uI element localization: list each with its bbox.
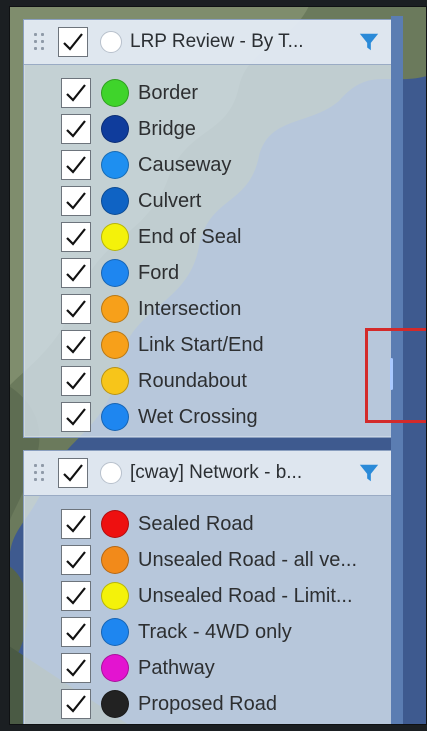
layer-group-header: LRP Review - By T...	[24, 20, 392, 65]
layer-item-label: Link Start/End	[138, 333, 264, 356]
checkmark-icon	[66, 120, 86, 138]
layer-item-label: Pathway	[138, 656, 215, 679]
symbol-swatch-icon	[101, 295, 129, 323]
symbol-swatch-icon	[101, 546, 129, 574]
layer-item-checkbox[interactable]	[61, 653, 91, 683]
checkmark-icon	[63, 33, 83, 51]
symbol-swatch-icon	[101, 403, 129, 431]
filter-icon[interactable]	[358, 31, 380, 53]
symbol-swatch-icon	[101, 618, 129, 646]
layer-item-checkbox[interactable]	[61, 186, 91, 216]
layer-item-checkbox[interactable]	[61, 366, 91, 396]
layer-group-header: [cway] Network - b...	[24, 451, 392, 496]
layer-item-label: Track - 4WD only	[138, 620, 292, 643]
layer-item-label: Wet Crossing	[138, 405, 258, 428]
layer-item[interactable]: Sealed Road	[24, 506, 392, 542]
symbol-swatch-icon	[101, 510, 129, 538]
checkmark-icon	[66, 587, 86, 605]
layer-item[interactable]: Roundabout	[24, 363, 392, 399]
layer-item-checkbox[interactable]	[61, 689, 91, 719]
layer-item-checkbox[interactable]	[61, 294, 91, 324]
layer-item-label: Causeway	[138, 153, 232, 176]
layer-item-label: Unsealed Road - Limit...	[138, 584, 353, 607]
annotation-highlight-box	[365, 328, 427, 423]
symbol-swatch-icon	[101, 79, 129, 107]
layer-item-label: Proposed Road	[138, 692, 277, 715]
group-radio-toggle[interactable]	[100, 462, 122, 484]
layer-group-panel: [cway] Network - b... Sealed Road Unseal…	[23, 450, 393, 725]
layer-item[interactable]: Bridge	[24, 111, 392, 147]
layer-item-label: Sealed Road	[138, 512, 254, 535]
symbol-swatch-icon	[101, 654, 129, 682]
layer-item-checkbox[interactable]	[61, 330, 91, 360]
checkmark-icon	[66, 192, 86, 210]
layer-item-label: Roundabout	[138, 369, 247, 392]
layer-item[interactable]: Causeway	[24, 147, 392, 183]
layer-item[interactable]: Link Start/End	[24, 327, 392, 363]
layer-item[interactable]: Wet Crossing	[24, 399, 392, 435]
layer-item-checkbox[interactable]	[61, 402, 91, 432]
layer-item[interactable]: Pathway	[24, 650, 392, 686]
layer-item-checkbox[interactable]	[61, 78, 91, 108]
layer-item[interactable]: Ford	[24, 255, 392, 291]
layer-item-label: Intersection	[138, 297, 242, 320]
checkmark-icon	[66, 336, 86, 354]
symbol-swatch-icon	[101, 690, 129, 718]
checkmark-icon	[63, 464, 83, 482]
layer-group-title: LRP Review - By T...	[130, 31, 304, 52]
symbol-swatch-icon	[101, 115, 129, 143]
layer-item[interactable]: Proposed Road	[24, 686, 392, 722]
checkmark-icon	[66, 372, 86, 390]
symbol-swatch-icon	[101, 187, 129, 215]
layer-item[interactable]: Intersection	[24, 291, 392, 327]
layer-item[interactable]: Unsealed Road - all ve...	[24, 542, 392, 578]
symbol-swatch-icon	[101, 259, 129, 287]
checkmark-icon	[66, 228, 86, 246]
checkmark-icon	[66, 551, 86, 569]
checkmark-icon	[66, 264, 86, 282]
layer-group-title: [cway] Network - b...	[130, 462, 303, 483]
layer-item[interactable]: Track - 4WD only	[24, 614, 392, 650]
symbol-swatch-icon	[101, 223, 129, 251]
layer-item-label: Ford	[138, 261, 180, 284]
checkmark-icon	[66, 659, 86, 677]
layer-item-label: Border	[138, 81, 199, 104]
checkmark-icon	[66, 84, 86, 102]
layer-item-checkbox[interactable]	[61, 114, 91, 144]
symbol-swatch-icon	[101, 151, 129, 179]
checkmark-icon	[66, 623, 86, 641]
layer-item-checkbox[interactable]	[61, 509, 91, 539]
layer-item-checkbox[interactable]	[61, 581, 91, 611]
layer-item-checkbox[interactable]	[61, 258, 91, 288]
drag-handle-icon[interactable]	[34, 461, 48, 485]
drag-handle-icon[interactable]	[34, 30, 48, 54]
checkmark-icon	[66, 695, 86, 713]
group-radio-toggle[interactable]	[100, 31, 122, 53]
checkmark-icon	[66, 515, 86, 533]
symbol-swatch-icon	[101, 331, 129, 359]
layer-item-checkbox[interactable]	[61, 545, 91, 575]
layer-group-panel: LRP Review - By T... Border Bridge Cause…	[23, 19, 393, 438]
layer-item-label: Bridge	[138, 117, 196, 140]
layer-item-label: Unsealed Road - all ve...	[138, 548, 358, 571]
group-visibility-checkbox[interactable]	[58, 27, 88, 57]
symbol-swatch-icon	[101, 367, 129, 395]
layer-item[interactable]: Unsealed Road - Limit...	[24, 578, 392, 614]
layer-item[interactable]: Culvert	[24, 183, 392, 219]
layer-item-list: Border Bridge Causeway Culvert End of Se	[24, 65, 392, 435]
layer-item[interactable]: End of Seal	[24, 219, 392, 255]
layer-item-label: End of Seal	[138, 225, 242, 248]
layer-item-checkbox[interactable]	[61, 617, 91, 647]
checkmark-icon	[66, 300, 86, 318]
layer-item[interactable]: Border	[24, 75, 392, 111]
layer-item-list: Sealed Road Unsealed Road - all ve... Un…	[24, 496, 392, 722]
checkmark-icon	[66, 408, 86, 426]
layer-item-checkbox[interactable]	[61, 222, 91, 252]
group-visibility-checkbox[interactable]	[58, 458, 88, 488]
filter-icon[interactable]	[358, 462, 380, 484]
checkmark-icon	[66, 156, 86, 174]
layer-item-checkbox[interactable]	[61, 150, 91, 180]
symbol-swatch-icon	[101, 582, 129, 610]
layer-item-label: Culvert	[138, 189, 202, 212]
